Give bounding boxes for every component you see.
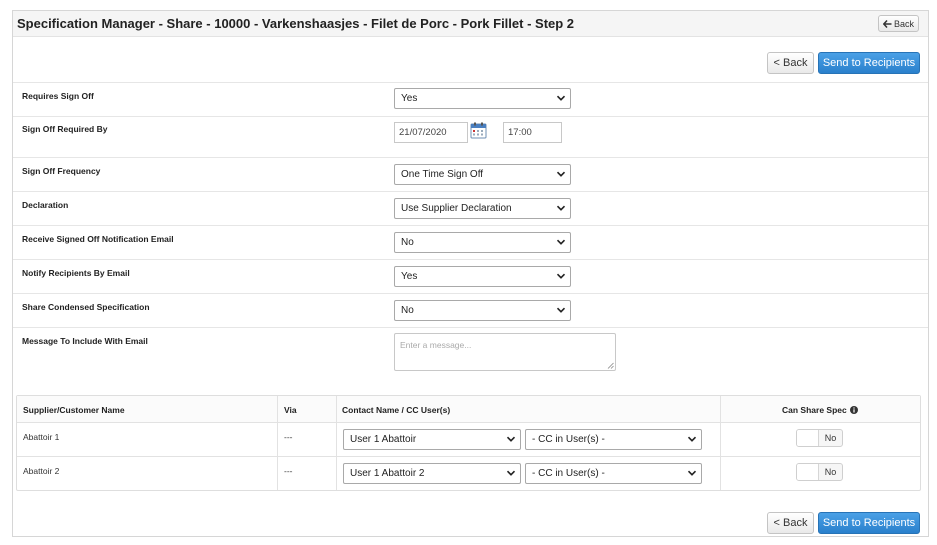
receive-notification-select[interactable]: No xyxy=(394,232,571,253)
notify-recipients-select[interactable]: Yes xyxy=(394,266,571,287)
back-arrow-icon xyxy=(882,19,892,28)
chevron-down-icon xyxy=(506,436,516,442)
share-condensed-select[interactable]: No xyxy=(394,300,571,321)
chevron-down-icon xyxy=(556,205,566,211)
row-1-can-share-toggle[interactable]: No xyxy=(796,429,843,447)
row-2-name: Abattoir 2 xyxy=(23,466,60,476)
receive-notification-label: Receive Signed Off Notification Email xyxy=(22,234,174,244)
chevron-down-icon xyxy=(556,95,566,101)
message-placeholder: Enter a message... xyxy=(400,340,472,350)
chevron-down-icon xyxy=(556,273,566,279)
column-divider xyxy=(336,396,337,490)
declaration-value: Use Supplier Declaration xyxy=(401,203,512,214)
chevron-down-icon xyxy=(556,239,566,245)
sign-off-time-input[interactable]: 17:00 xyxy=(503,122,562,143)
chevron-down-icon xyxy=(687,470,697,476)
row-1-cc-select[interactable]: - CC in User(s) - xyxy=(525,429,702,450)
column-header-contact: Contact Name / CC User(s) xyxy=(342,405,451,415)
requires-sign-off-value: Yes xyxy=(401,93,418,104)
chevron-down-icon xyxy=(556,171,566,177)
send-to-recipients-button-top[interactable]: Send to Recipients xyxy=(818,52,920,74)
back-button-bottom[interactable]: < Back xyxy=(767,512,814,534)
info-icon[interactable] xyxy=(849,406,858,414)
requires-sign-off-label: Requires Sign Off xyxy=(22,91,94,101)
message-label: Message To Include With Email xyxy=(22,336,148,346)
divider xyxy=(13,157,928,158)
row-1-name: Abattoir 1 xyxy=(23,432,60,442)
row-1-can-share-value: No xyxy=(824,433,837,443)
divider xyxy=(13,191,928,192)
sign-off-frequency-value: One Time Sign Off xyxy=(401,169,484,180)
row-divider xyxy=(17,422,920,423)
chevron-down-icon xyxy=(687,436,697,442)
declaration-label: Declaration xyxy=(22,200,69,210)
calendar-icon[interactable] xyxy=(470,122,487,139)
recipients-table: Supplier/Customer Name Via Contact Name … xyxy=(16,395,921,491)
divider xyxy=(13,116,928,117)
share-condensed-label: Share Condensed Specification xyxy=(22,302,150,312)
sign-off-frequency-select[interactable]: One Time Sign Off xyxy=(394,164,571,185)
column-divider xyxy=(277,396,278,490)
row-1-via: --- xyxy=(284,432,293,442)
row-1-cc-value: - CC in User(s) - xyxy=(532,434,605,445)
column-header-via: Via xyxy=(284,405,297,415)
toggle-knob xyxy=(797,430,819,446)
row-2-can-share-value: No xyxy=(824,467,837,477)
notify-recipients-label: Notify Recipients By Email xyxy=(22,268,130,278)
panel-header: Specification Manager - Share - 10000 - … xyxy=(13,11,928,37)
chevron-down-icon xyxy=(506,470,516,476)
sign-off-frequency-label: Sign Off Frequency xyxy=(22,166,101,176)
divider xyxy=(13,293,928,294)
page-title: Specification Manager - Share - 10000 - … xyxy=(17,16,575,31)
row-1-contact-value: User 1 Abattoir xyxy=(350,434,417,445)
can-share-header-label: Can Share Spec xyxy=(782,405,847,415)
resize-grip-icon[interactable] xyxy=(607,362,614,369)
sign-off-date-input[interactable]: 21/07/2020 xyxy=(394,122,468,143)
sign-off-required-by-label: Sign Off Required By xyxy=(22,124,108,134)
declaration-select[interactable]: Use Supplier Declaration xyxy=(394,198,571,219)
row-2-contact-select[interactable]: User 1 Abattoir 2 xyxy=(343,463,521,484)
column-header-can-share: Can Share Spec xyxy=(782,405,858,415)
column-divider xyxy=(720,396,721,490)
requires-sign-off-select[interactable]: Yes xyxy=(394,88,571,109)
divider xyxy=(13,82,928,83)
row-2-cc-select[interactable]: - CC in User(s) - xyxy=(525,463,702,484)
row-divider xyxy=(17,456,920,457)
toggle-knob xyxy=(797,464,819,480)
send-to-recipients-button-bottom[interactable]: Send to Recipients xyxy=(818,512,920,534)
chevron-down-icon xyxy=(556,307,566,313)
row-2-contact-value: User 1 Abattoir 2 xyxy=(350,468,425,479)
share-panel: Specification Manager - Share - 10000 - … xyxy=(12,10,929,537)
divider xyxy=(13,327,928,328)
notify-recipients-value: Yes xyxy=(401,271,418,282)
header-back-label: Back xyxy=(893,18,914,29)
message-textarea[interactable]: Enter a message... xyxy=(394,333,616,371)
row-2-can-share-toggle[interactable]: No xyxy=(796,463,843,481)
receive-notification-value: No xyxy=(401,237,414,248)
divider xyxy=(13,259,928,260)
header-back-button[interactable]: Back xyxy=(878,15,919,32)
row-2-cc-value: - CC in User(s) - xyxy=(532,468,605,479)
row-2-via: --- xyxy=(284,466,293,476)
share-condensed-value: No xyxy=(401,305,414,316)
back-button-top[interactable]: < Back xyxy=(767,52,814,74)
column-header-name: Supplier/Customer Name xyxy=(23,405,125,415)
row-1-contact-select[interactable]: User 1 Abattoir xyxy=(343,429,521,450)
divider xyxy=(13,225,928,226)
